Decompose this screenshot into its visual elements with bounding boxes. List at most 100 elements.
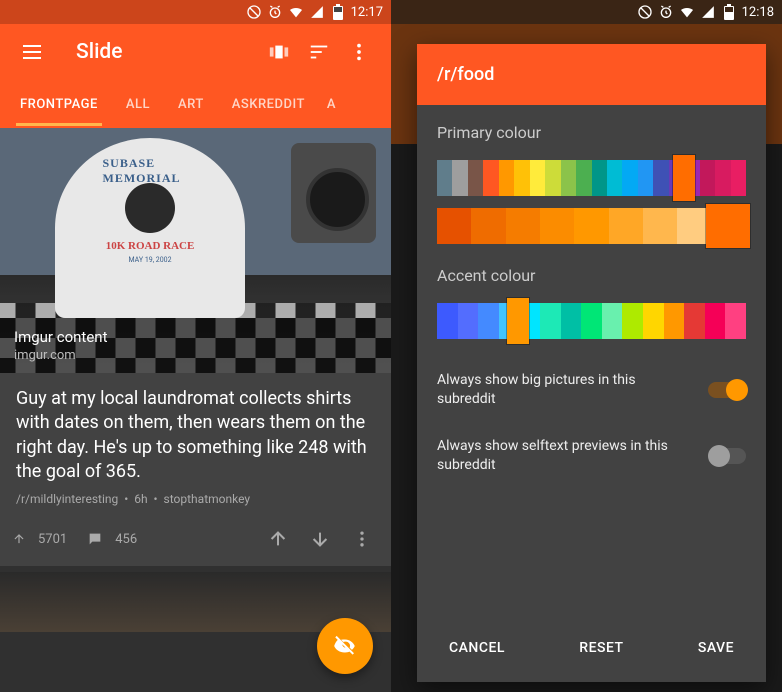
color-swatch[interactable] <box>437 208 471 244</box>
status-time: 12:18 <box>742 5 774 20</box>
tab-frontpage[interactable]: FRONTPAGE <box>6 83 112 126</box>
post-overflow-button[interactable] <box>345 522 379 556</box>
primary-shade-selector[interactable] <box>706 204 750 248</box>
color-swatch[interactable] <box>684 303 705 339</box>
color-swatch[interactable] <box>483 160 498 196</box>
save-button[interactable]: SAVE <box>688 632 744 664</box>
color-swatch[interactable] <box>540 303 561 339</box>
color-swatch[interactable] <box>643 208 677 244</box>
color-swatch[interactable] <box>607 160 622 196</box>
hide-read-fab[interactable] <box>317 618 373 674</box>
image-source-overlay: Imgur content imgur.com <box>0 318 391 373</box>
color-swatch[interactable] <box>653 160 668 196</box>
no-entry-icon <box>637 4 653 20</box>
reset-button[interactable]: RESET <box>569 632 633 664</box>
screen-theme-dialog: 12:18 /r/food Primary colour Accent colo… <box>391 0 782 692</box>
color-swatch[interactable] <box>705 303 726 339</box>
color-swatch[interactable] <box>437 303 458 339</box>
signal-icon <box>700 4 716 20</box>
menu-button[interactable] <box>12 32 52 72</box>
post-image[interactable]: SUBASE MEMORIAL 10K ROAD RACE MAY 19, 20… <box>0 128 391 373</box>
status-time: 12:17 <box>351 5 383 20</box>
color-swatch[interactable] <box>715 160 730 196</box>
color-swatch[interactable] <box>700 160 715 196</box>
color-swatch[interactable] <box>452 160 467 196</box>
post-feed[interactable]: SUBASE MEMORIAL 10K ROAD RACE MAY 19, 20… <box>0 128 391 692</box>
sort-button[interactable] <box>299 32 339 72</box>
color-swatch[interactable] <box>622 303 643 339</box>
post-author[interactable]: stopthatmonkey <box>164 492 251 506</box>
carousel-icon <box>268 41 290 63</box>
tab-all[interactable]: ALL <box>112 83 164 126</box>
color-swatch[interactable] <box>622 160 637 196</box>
signal-icon <box>309 4 325 20</box>
shirt-text-mid: 10K ROAD RACE <box>106 240 195 252</box>
color-swatch[interactable] <box>478 303 499 339</box>
image-source-title: Imgur content <box>14 328 377 346</box>
accent-colour-row[interactable] <box>437 303 746 339</box>
primary-colour-hue-row[interactable] <box>437 160 746 196</box>
post-title: Guy at my local laundromat collects shir… <box>16 387 375 484</box>
view-mode-button[interactable] <box>259 32 299 72</box>
color-swatch[interactable] <box>643 303 664 339</box>
color-swatch[interactable] <box>458 303 479 339</box>
primary-hue-selector[interactable] <box>673 155 695 201</box>
selftext-label: Always show selftext previews in this su… <box>437 437 708 475</box>
color-swatch[interactable] <box>731 160 746 196</box>
post-meta: /r/mildlyinteresting • 6h • stopthatmonk… <box>16 492 375 506</box>
upvote-icon-small <box>12 532 26 546</box>
big-pictures-toggle-row[interactable]: Always show big pictures in this subredd… <box>437 357 746 423</box>
color-swatch[interactable] <box>576 160 591 196</box>
color-swatch[interactable] <box>638 160 653 196</box>
color-swatch[interactable] <box>664 303 685 339</box>
color-swatch[interactable] <box>592 160 607 196</box>
color-swatch[interactable] <box>561 160 576 196</box>
wifi-icon <box>288 4 304 20</box>
post-subreddit[interactable]: /r/mildlyinteresting <box>16 492 118 506</box>
color-swatch[interactable] <box>499 160 514 196</box>
post-comments: 456 <box>115 532 137 547</box>
big-pictures-switch[interactable] <box>708 382 746 398</box>
color-swatch[interactable] <box>545 160 560 196</box>
shirt-text-date: MAY 19, 2002 <box>128 256 171 264</box>
app-title: Slide <box>76 40 259 64</box>
image-source-domain: imgur.com <box>14 348 377 363</box>
accent-selector[interactable] <box>507 298 529 344</box>
cancel-button[interactable]: CANCEL <box>439 632 515 664</box>
selftext-toggle-row[interactable]: Always show selftext previews in this su… <box>437 423 746 489</box>
color-swatch[interactable] <box>437 160 452 196</box>
color-swatch[interactable] <box>609 208 643 244</box>
dialog-title: /r/food <box>417 44 766 105</box>
post-actions: 5701 456 <box>0 516 391 566</box>
color-swatch[interactable] <box>530 160 545 196</box>
primary-colour-label: Primary colour <box>437 123 746 142</box>
alarm-icon <box>658 4 674 20</box>
color-swatch[interactable] <box>602 303 623 339</box>
color-swatch[interactable] <box>506 208 540 244</box>
visibility-off-icon <box>332 633 358 659</box>
tab-askreddit[interactable]: ASKREDDIT <box>218 83 319 126</box>
status-bar: 12:17 <box>0 0 391 24</box>
post-card[interactable]: SUBASE MEMORIAL 10K ROAD RACE MAY 19, 20… <box>0 128 391 566</box>
color-swatch[interactable] <box>540 208 574 244</box>
tab-next[interactable]: A <box>319 83 336 126</box>
color-swatch[interactable] <box>581 303 602 339</box>
battery-icon <box>721 4 737 20</box>
color-swatch[interactable] <box>574 208 608 244</box>
upvote-button[interactable] <box>261 522 295 556</box>
battery-icon <box>330 4 346 20</box>
tab-art[interactable]: ART <box>164 83 218 126</box>
color-swatch[interactable] <box>725 303 746 339</box>
color-swatch[interactable] <box>468 160 483 196</box>
color-swatch[interactable] <box>514 160 529 196</box>
downvote-button[interactable] <box>303 522 337 556</box>
accent-colour-label: Accent colour <box>437 266 746 285</box>
color-swatch[interactable] <box>561 303 582 339</box>
primary-colour-shade-row[interactable] <box>437 208 746 244</box>
overflow-button[interactable] <box>339 32 379 72</box>
status-bar: 12:18 <box>391 0 782 24</box>
color-swatch[interactable] <box>471 208 505 244</box>
big-pictures-label: Always show big pictures in this subredd… <box>437 371 708 409</box>
selftext-switch[interactable] <box>708 448 746 464</box>
sort-icon <box>308 41 330 63</box>
